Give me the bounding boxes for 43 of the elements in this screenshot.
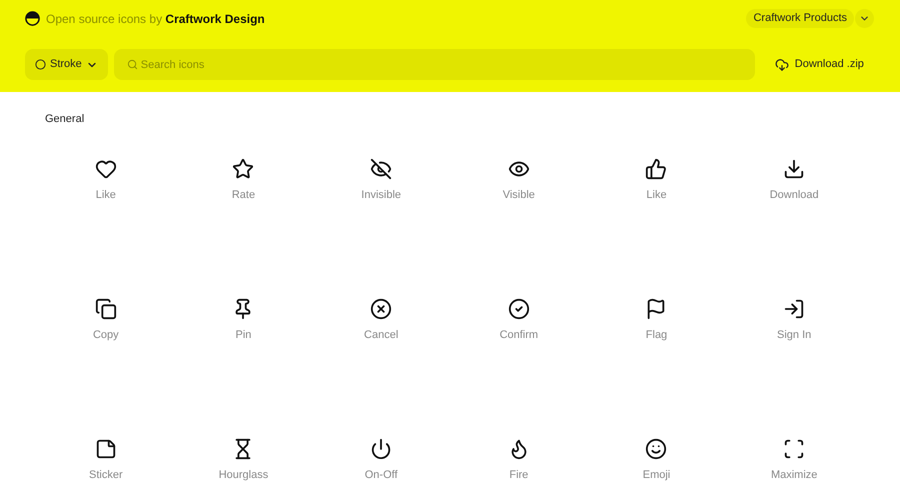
- door-icon[interactable]: [783, 298, 806, 320]
- icon-label: Sticker: [89, 468, 123, 483]
- icon-label: Sign In: [777, 328, 812, 343]
- icon-label: Download: [770, 188, 819, 203]
- smile-icon[interactable]: [645, 438, 668, 460]
- star-icon[interactable]: [232, 158, 254, 180]
- search-field[interactable]: Search icons: [114, 49, 755, 80]
- icon-label: Visible: [502, 188, 535, 203]
- icon-label: Confirm: [500, 328, 538, 343]
- icon-label: Rate: [232, 188, 256, 203]
- icon-label: Fire: [509, 468, 528, 483]
- download-zip-button[interactable]: Download .zip: [760, 49, 878, 80]
- icon-label: Hourglass: [218, 468, 268, 483]
- logo-icon: [25, 11, 40, 26]
- cloud-download-icon: [774, 58, 789, 72]
- icon-label: Cancel: [364, 328, 398, 343]
- maximize-icon[interactable]: [783, 438, 806, 460]
- crossed-eye-icon[interactable]: [370, 158, 392, 180]
- flag-icon[interactable]: [645, 298, 668, 320]
- icon-label: Like: [96, 188, 116, 203]
- style-select[interactable]: Stroke: [25, 49, 108, 80]
- download-icon[interactable]: [783, 158, 806, 180]
- copy-icon[interactable]: [94, 298, 117, 320]
- icon-label: Pin: [236, 328, 252, 343]
- power-icon[interactable]: [370, 438, 392, 460]
- thumbs-up-icon[interactable]: [645, 158, 668, 180]
- search-icon: [126, 59, 138, 70]
- sticker-icon[interactable]: [94, 438, 117, 460]
- products-dropdown-button[interactable]: [855, 9, 874, 28]
- circle-icon: [35, 59, 46, 70]
- icon-label: Maximize: [770, 468, 818, 483]
- heart-icon[interactable]: [94, 158, 117, 180]
- icon-label: Like: [646, 188, 667, 203]
- icon-label: Invisible: [361, 188, 402, 203]
- circle-x-icon[interactable]: [370, 298, 392, 320]
- products-button[interactable]: Craftwork Products: [746, 9, 854, 28]
- section-title: General: [45, 112, 86, 125]
- icon-label: On-Off: [364, 468, 398, 483]
- icon-label: Emoji: [642, 468, 670, 483]
- tagline: Open source icons by Craftwork Design: [46, 10, 265, 28]
- circle-check-icon[interactable]: [508, 298, 530, 320]
- icon-label: Copy: [92, 328, 119, 343]
- icon-label: Flag: [646, 328, 668, 343]
